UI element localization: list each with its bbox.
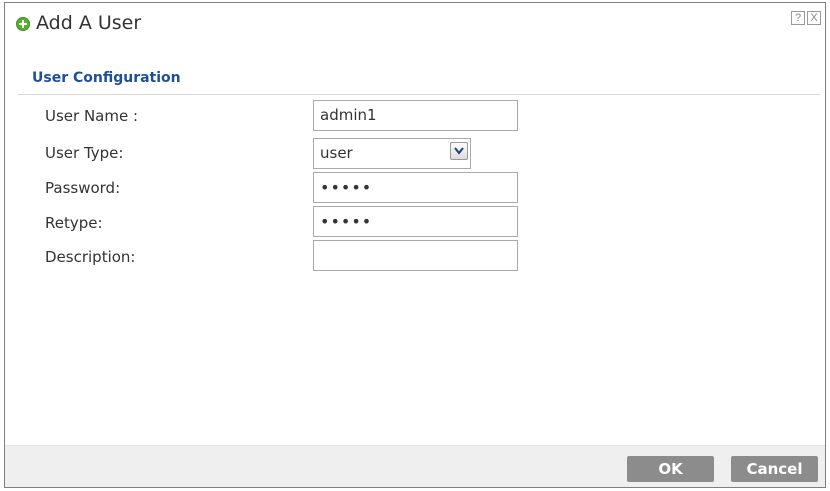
ok-button[interactable]: OK — [627, 456, 714, 482]
section-title: User Configuration — [32, 70, 181, 86]
dialog-title: Add A User — [36, 12, 142, 34]
chevron-down-icon[interactable] — [450, 142, 468, 160]
user-type-value: user — [320, 144, 353, 162]
dialog-title-bar: Add A User ? X — [5, 3, 825, 43]
retype-input[interactable]: ••••• — [313, 206, 518, 237]
dialog-footer: OK Cancel — [5, 445, 825, 487]
retype-label: Retype: — [45, 214, 103, 232]
add-circle-icon — [16, 17, 30, 31]
user-type-select[interactable]: user — [313, 138, 471, 169]
user-type-label: User Type: — [45, 144, 124, 162]
cancel-button[interactable]: Cancel — [731, 456, 818, 482]
user-name-input[interactable]: admin1 — [313, 100, 518, 131]
password-label: Password: — [45, 179, 121, 197]
section-divider — [18, 94, 820, 95]
user-name-label: User Name : — [45, 107, 139, 125]
description-label: Description: — [45, 248, 136, 266]
description-input[interactable] — [313, 240, 518, 271]
close-icon[interactable]: X — [807, 11, 821, 25]
add-user-dialog: Add A User ? X User Configuration User N… — [4, 2, 826, 488]
password-input[interactable]: ••••• — [313, 172, 518, 203]
help-icon[interactable]: ? — [791, 11, 805, 25]
